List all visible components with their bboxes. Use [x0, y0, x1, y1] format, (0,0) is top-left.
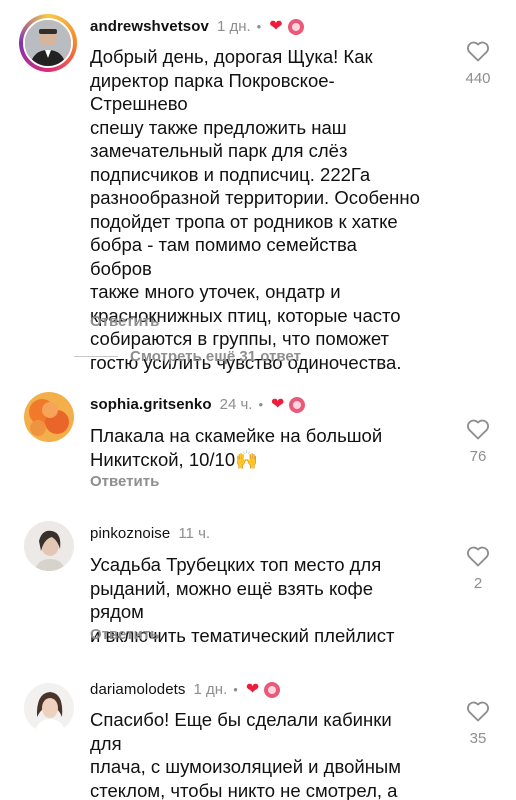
author-avatar-icon: [287, 18, 304, 35]
timestamp: 11 ч.: [178, 525, 211, 542]
timestamp: 1 дн.: [216, 18, 251, 35]
avatar[interactable]: [24, 521, 74, 571]
like-count: 35: [469, 730, 487, 747]
view-more-replies-button[interactable]: Смотреть ещё 31 ответ: [74, 348, 301, 365]
like-count: 440: [465, 70, 491, 87]
comment-text: Плакала на скамейке на большой Никитской…: [90, 425, 383, 470]
dot-icon: •: [256, 19, 262, 34]
reply-button[interactable]: Ответить: [90, 473, 159, 490]
comment-text: Спасибо! Еще бы сделали кабинки для плач…: [90, 709, 401, 800]
dot-icon: •: [233, 682, 238, 697]
timestamp: 24 ч.: [219, 396, 253, 413]
heart-outline-icon[interactable]: [458, 418, 498, 440]
reply-button[interactable]: Ответить: [90, 313, 159, 330]
view-more-replies-label: Смотреть ещё 31 ответ: [130, 348, 301, 365]
like-count: 2: [473, 575, 483, 592]
heart-filled-icon: ❤: [245, 680, 260, 698]
heart-filled-icon: ❤: [271, 395, 285, 413]
avatar[interactable]: [19, 14, 77, 72]
username[interactable]: sophia.gritsenko: [90, 396, 212, 413]
heart-outline-icon[interactable]: [458, 40, 498, 62]
divider: [74, 356, 118, 357]
dot-icon: •: [258, 397, 264, 412]
username[interactable]: andrewshvetsov: [90, 18, 209, 35]
heart-filled-icon: ❤: [269, 17, 283, 35]
heart-outline-icon[interactable]: [458, 545, 498, 567]
reply-button[interactable]: Ответить: [90, 626, 159, 643]
author-avatar-icon: [289, 396, 306, 413]
username[interactable]: dariamolodets: [90, 681, 186, 698]
username[interactable]: pinkoznoise: [90, 525, 170, 542]
heart-outline-icon[interactable]: [458, 700, 498, 722]
timestamp: 1 дн.: [193, 681, 228, 698]
avatar[interactable]: [24, 392, 74, 442]
author-avatar-icon: [264, 681, 281, 698]
avatar[interactable]: [24, 683, 74, 733]
like-count: 76: [469, 448, 487, 465]
